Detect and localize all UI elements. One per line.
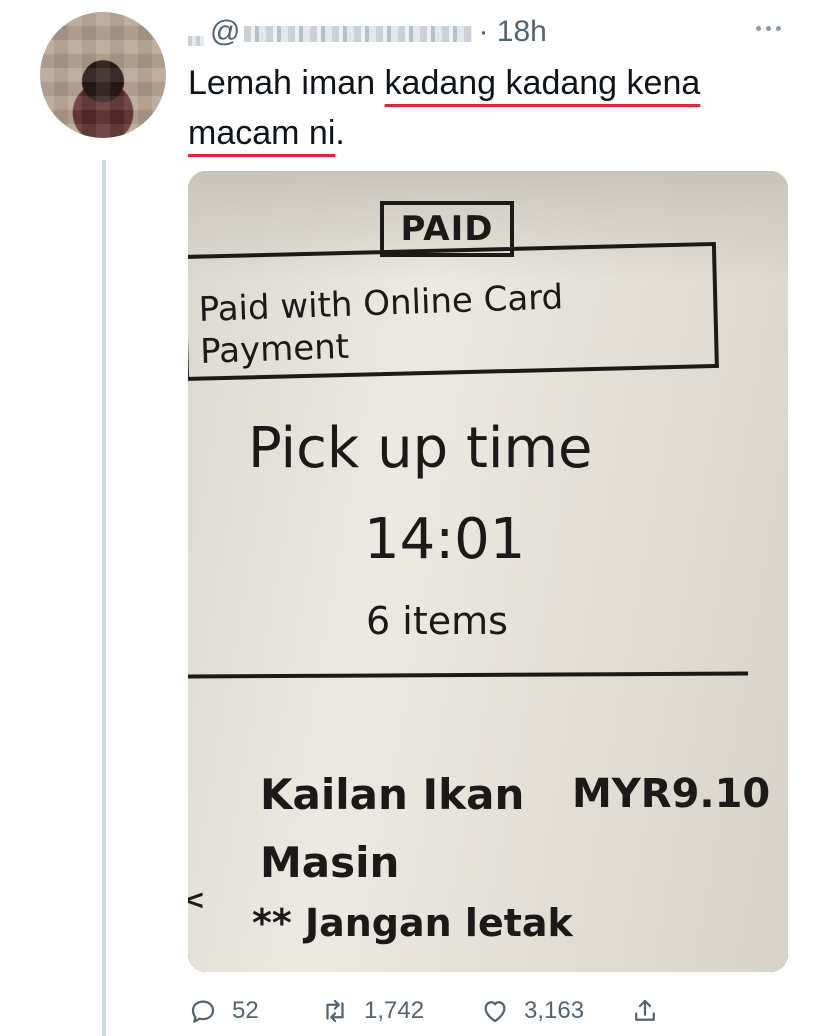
like-button[interactable]: 3,163 [480, 996, 630, 1026]
receipt-mark: < [188, 883, 206, 916]
tweet-text: Lemah iman kadang kadang kena macam ni. [188, 64, 701, 152]
item-price: MYR9.10 [572, 771, 771, 817]
like-icon [484, 1001, 506, 1023]
payment-method: Paid with Online Card Payment [198, 277, 564, 372]
reply-button[interactable]: 52 [188, 996, 320, 1026]
item-note: ** Jangan letak [252, 901, 573, 945]
item-name: Kailan Ikan Masin [260, 770, 525, 887]
retweet-button[interactable]: 1,742 [320, 996, 480, 1026]
tweet-header: @ · 18h [188, 14, 547, 50]
receipt-image: PAID Paid with Online Card Payment Pick … [188, 171, 788, 972]
spellcheck-underlined-text: macam ni [188, 114, 336, 152]
tweet-actions: 52 1,742 3,163 [188, 994, 708, 1028]
pickup-label: Pick up time [248, 416, 593, 481]
share-button[interactable] [630, 996, 660, 1026]
retweet-count: 1,742 [364, 997, 425, 1024]
spellcheck-underlined-text: kadang kadang kena [384, 64, 701, 102]
receipt-divider [188, 671, 749, 679]
share-icon [635, 999, 655, 1021]
items-count: 6 items [366, 599, 508, 643]
avatar[interactable] [40, 12, 166, 138]
handle-prefix: @ [210, 15, 241, 48]
retweet-icon [326, 999, 344, 1023]
display-name-redacted[interactable] [188, 36, 204, 46]
tweet-timestamp[interactable]: · 18h [478, 15, 546, 49]
like-count: 3,163 [524, 997, 585, 1024]
reply-count: 52 [232, 997, 259, 1024]
handle-redacted[interactable] [244, 26, 473, 42]
more-icon[interactable] [756, 26, 781, 31]
tweet-photo[interactable]: PAID Paid with Online Card Payment Pick … [188, 171, 788, 972]
reply-icon [191, 1000, 215, 1023]
thread-line [102, 160, 106, 1036]
pickup-time: 14:01 [364, 507, 526, 572]
